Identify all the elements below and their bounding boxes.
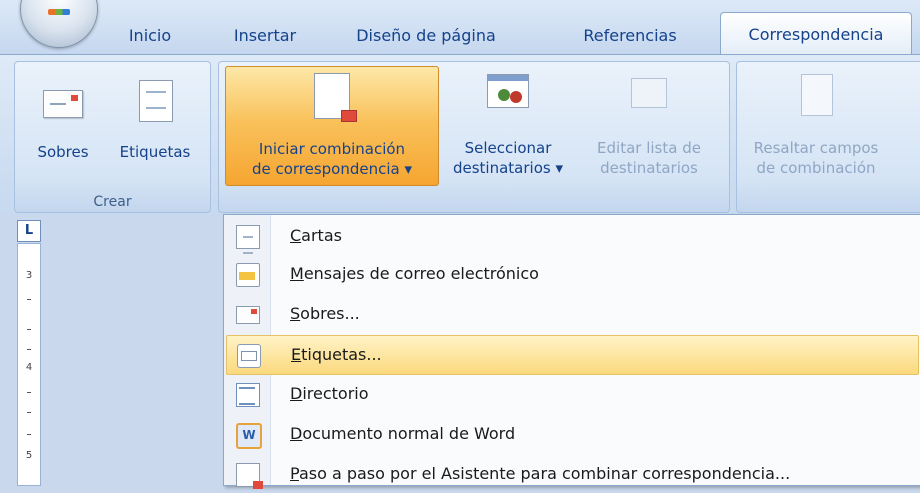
ribbon-tab-bar: Inicio Insertar Diseño de página Referen…: [0, 0, 920, 55]
menu-item-cartas[interactable]: Cartas: [226, 217, 919, 255]
tab-diseno-de-pagina[interactable]: Diseño de página: [346, 17, 506, 54]
office-button[interactable]: [20, 0, 98, 48]
menu-item-label: Sobres...: [290, 304, 360, 323]
editar-line1: Editar lista de: [597, 139, 701, 157]
ribbon: Sobres Etiquetas Crear Iniciar combinaci…: [0, 54, 920, 215]
editar-lista-button[interactable]: Editar lista de destinatarios: [579, 66, 719, 184]
group-escribir-insertar: Resaltar campos de combinación: [736, 61, 920, 213]
iniciar-combinacion-button[interactable]: Iniciar combinación de correspondencia ▾: [225, 66, 439, 186]
tab-correspondencia[interactable]: Correspondencia: [720, 12, 912, 55]
menu-item-label: Paso a paso por el Asistente para combin…: [290, 464, 791, 483]
tab-referencias[interactable]: Referencias: [570, 17, 690, 54]
recipients-icon: [487, 74, 529, 108]
menu-item-directorio[interactable]: Directorio: [226, 375, 919, 413]
group-crear: Sobres Etiquetas Crear: [14, 61, 211, 213]
menu-item-label: Etiquetas...: [291, 345, 382, 364]
resaltar-line2: de combinación: [756, 159, 876, 177]
group-crear-label: Crear: [93, 194, 132, 210]
etiquetas-button[interactable]: Etiquetas: [107, 72, 203, 184]
document-icon: [236, 225, 260, 254]
labels-icon: [237, 344, 261, 368]
office-logo-icon: [48, 9, 70, 15]
editar-line2: destinatarios: [600, 159, 698, 177]
ruler-number: 5: [25, 450, 33, 461]
menu-item-label: Cartas: [290, 226, 342, 245]
seleccionar-destinatarios-button[interactable]: Seleccionar destinatarios ▾: [443, 66, 573, 184]
dropdown-arrow-icon: ▾: [550, 159, 564, 177]
edit-list-icon: [631, 78, 667, 108]
labels-icon: [139, 80, 173, 122]
seleccionar-line2: destinatarios: [452, 159, 551, 177]
tab-insertar[interactable]: Insertar: [222, 17, 308, 54]
seleccionar-line1: Seleccionar: [464, 139, 552, 157]
menu-item-sobres[interactable]: Sobres...: [226, 295, 919, 333]
tab-inicio[interactable]: Inicio: [112, 17, 188, 54]
menu-item-label: Mensajes de correo electrónico: [290, 264, 539, 283]
menu-item-mensajes-correo[interactable]: Mensajes de correo electrónico: [226, 255, 919, 293]
menu-item-etiquetas[interactable]: Etiquetas...: [226, 335, 919, 375]
group-iniciar-combinacion: Iniciar combinación de correspondencia ▾…: [218, 61, 730, 213]
menu-item-label: Directorio: [290, 384, 369, 403]
vertical-ruler: 3 4 5: [17, 243, 41, 486]
iniciar-combinacion-line2: de correspondencia: [251, 160, 400, 178]
resaltar-line1: Resaltar campos: [753, 139, 879, 157]
word-document-icon: W: [236, 423, 262, 449]
wizard-icon: [236, 463, 263, 489]
menu-item-label: Documento normal de Word: [290, 424, 516, 443]
sobres-label: Sobres: [37, 143, 89, 161]
sobres-button[interactable]: Sobres: [23, 72, 103, 184]
ruler-number: 4: [25, 362, 33, 373]
directory-icon: [236, 383, 260, 407]
merge-document-icon: [314, 73, 357, 122]
ruler-number: 3: [25, 270, 33, 281]
iniciar-combinacion-line1: Iniciar combinación: [258, 140, 406, 158]
email-message-icon: [236, 263, 260, 287]
tab-selector[interactable]: L: [17, 220, 41, 242]
envelope-icon: [43, 90, 83, 118]
menu-item-asistente[interactable]: Paso a paso por el Asistente para combin…: [226, 455, 919, 493]
envelope-icon: [236, 306, 260, 324]
menu-item-documento-word[interactable]: W Documento normal de Word: [226, 415, 919, 453]
dropdown-arrow-icon: ▾: [399, 160, 413, 178]
resaltar-campos-button[interactable]: Resaltar campos de combinación: [741, 66, 891, 184]
highlight-fields-icon: [801, 74, 833, 116]
etiquetas-label: Etiquetas: [119, 143, 191, 161]
start-merge-dropdown-menu: Cartas Mensajes de correo electrónico So…: [223, 214, 920, 489]
